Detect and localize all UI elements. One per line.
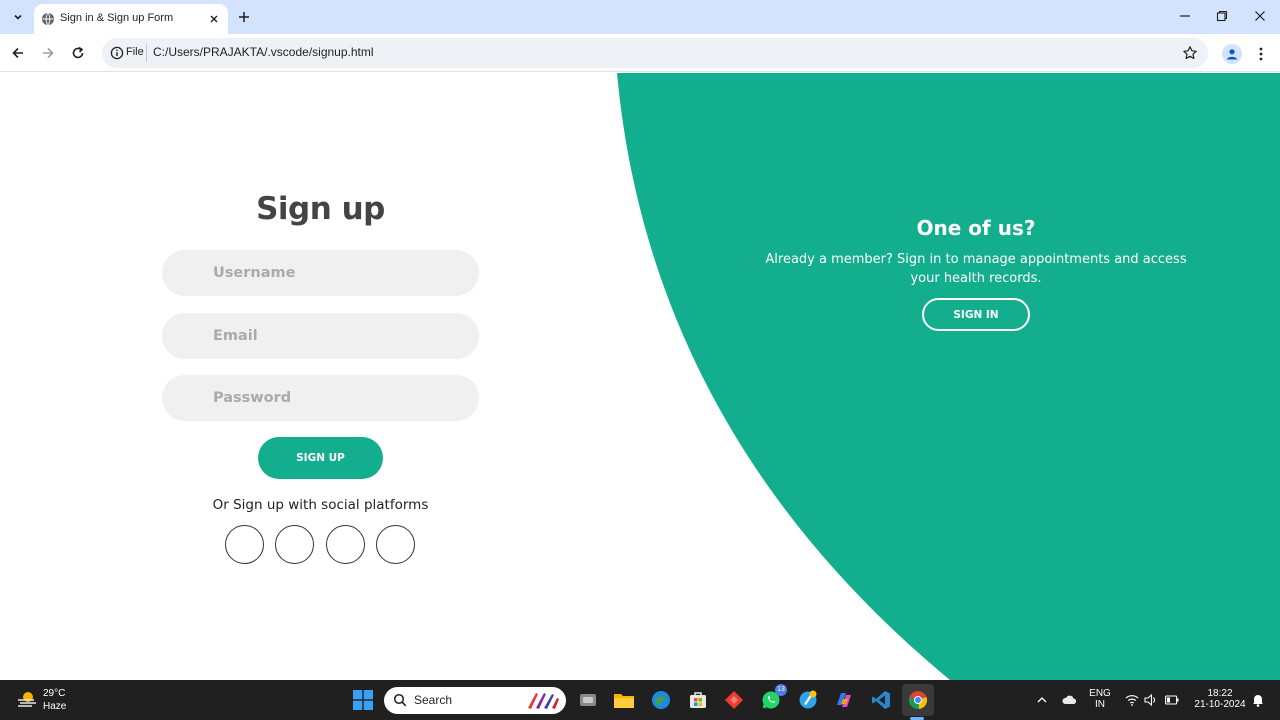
language-indicator[interactable]: ENG IN <box>1086 688 1114 710</box>
back-button[interactable] <box>8 43 28 63</box>
restore-button[interactable] <box>1214 8 1230 24</box>
task-view-icon <box>580 694 596 706</box>
signup-button[interactable]: SIGN UP <box>258 437 383 479</box>
whatsapp-button[interactable]: 13 <box>759 684 787 712</box>
onedrive-button[interactable] <box>1057 688 1081 712</box>
task-view-button[interactable] <box>576 688 600 712</box>
social-button-4[interactable] <box>376 525 415 564</box>
username-input[interactable] <box>162 250 479 296</box>
copilot-button[interactable] <box>832 688 856 712</box>
blue-app-icon <box>799 690 817 709</box>
notifications-button[interactable] <box>1246 688 1270 712</box>
arrow-left-icon <box>12 47 23 59</box>
email-field[interactable] <box>162 313 479 359</box>
anydesk-button[interactable] <box>722 688 746 712</box>
tab-search-button[interactable] <box>8 7 28 27</box>
start-button[interactable] <box>351 688 375 712</box>
minimize-button[interactable] <box>1177 8 1193 24</box>
close-window-button[interactable] <box>1252 8 1268 24</box>
url-scheme-chip: File <box>126 46 144 58</box>
panel-title: One of us? <box>916 216 1036 240</box>
language-code: ENG <box>1089 688 1111 699</box>
edge-button[interactable] <box>649 688 673 712</box>
password-field[interactable] <box>162 375 479 421</box>
folder-icon <box>614 694 634 708</box>
chrome-icon <box>909 691 928 710</box>
vscode-icon <box>872 691 890 709</box>
search-icon <box>393 693 407 707</box>
store-button[interactable] <box>686 688 710 712</box>
email-input[interactable] <box>162 313 479 359</box>
profile-avatar[interactable] <box>1222 44 1242 64</box>
new-tab-button[interactable] <box>235 8 253 26</box>
social-button-3[interactable] <box>326 525 365 564</box>
globe-icon <box>42 12 54 26</box>
restore-icon <box>1216 10 1228 22</box>
speaker-icon <box>1144 694 1156 706</box>
arrow-right-icon <box>43 47 54 59</box>
clock[interactable]: 18:22 21-10-2024 <box>1188 688 1252 710</box>
minimize-icon <box>1180 15 1190 17</box>
url-text[interactable]: C:/Users/PRAJAKTA/.vscode/signup.html <box>153 45 374 59</box>
temperature: 29°C <box>43 688 66 699</box>
taskbar: 29°C Haze Search 13 ENG IN 18:22 21-10-2… <box>0 680 1280 720</box>
clock-time: 18:22 <box>1207 688 1233 699</box>
chrome-button[interactable] <box>906 688 930 712</box>
social-buttons-row <box>225 525 417 565</box>
username-field[interactable] <box>162 250 479 296</box>
url-divider <box>146 44 147 62</box>
chevron-down-icon <box>14 14 22 20</box>
file-explorer-button[interactable] <box>612 688 636 712</box>
reload-icon <box>72 46 84 59</box>
haze-sun-icon <box>18 692 36 707</box>
forward-button[interactable] <box>38 43 58 63</box>
taskbar-search[interactable]: Search <box>384 687 566 714</box>
show-hidden-icons-button[interactable] <box>1030 688 1054 712</box>
edge-browser-icon <box>652 691 670 709</box>
social-signup-text: Or Sign up with social platforms <box>212 497 429 513</box>
close-tab-button[interactable] <box>206 11 222 27</box>
close-icon <box>1255 11 1265 21</box>
person-icon <box>1227 49 1237 60</box>
search-highlight-icon <box>528 693 559 709</box>
wifi-icon <box>1125 695 1139 706</box>
more-vertical-icon <box>1259 47 1263 61</box>
address-bar[interactable]: File C:/Users/PRAJAKTA/.vscode/signup.ht… <box>102 38 1208 68</box>
tab-title: Sign in & Sign up Form <box>60 12 174 24</box>
store-bag-icon <box>690 692 706 708</box>
region-code: IN <box>1095 699 1105 710</box>
bell-icon <box>1253 695 1263 707</box>
signin-button[interactable]: SIGN IN <box>922 298 1030 331</box>
page-viewport: Sign up SIGN UP Or Sign up with social p… <box>0 73 1280 680</box>
weather-widget[interactable]: 29°C Haze <box>14 686 94 714</box>
vscode-button[interactable] <box>869 688 893 712</box>
browser-tab[interactable]: Sign in & Sign up Form <box>34 4 228 34</box>
weather-condition: Haze <box>43 701 67 712</box>
social-button-1[interactable] <box>225 525 264 564</box>
battery-button[interactable] <box>1160 688 1184 712</box>
browser-menu-button[interactable] <box>1254 44 1268 64</box>
clock-date: 21-10-2024 <box>1194 699 1246 710</box>
battery-icon <box>1165 695 1179 705</box>
reload-button[interactable] <box>68 43 88 63</box>
browser-toolbar: File C:/Users/PRAJAKTA/.vscode/signup.ht… <box>0 34 1280 72</box>
red-diamond-icon <box>725 691 743 709</box>
chrome-app-button[interactable] <box>796 688 820 712</box>
close-icon <box>210 15 218 23</box>
whatsapp-badge: 13 <box>775 684 787 696</box>
info-icon <box>110 46 124 60</box>
plus-icon <box>239 12 249 22</box>
tab-bar: Sign in & Sign up Form <box>0 0 1280 34</box>
password-input[interactable] <box>162 375 479 421</box>
copilot-icon <box>837 693 851 707</box>
star-icon[interactable] <box>1182 45 1198 61</box>
social-button-2[interactable] <box>275 525 314 564</box>
signup-title: Sign up <box>256 191 385 227</box>
windows-logo-icon <box>353 690 373 710</box>
chevron-up-icon <box>1037 697 1047 703</box>
panel-description: Already a member? Sign in to manage appo… <box>765 252 1187 286</box>
search-label: Search <box>414 693 453 707</box>
cloud-icon <box>1062 695 1077 704</box>
